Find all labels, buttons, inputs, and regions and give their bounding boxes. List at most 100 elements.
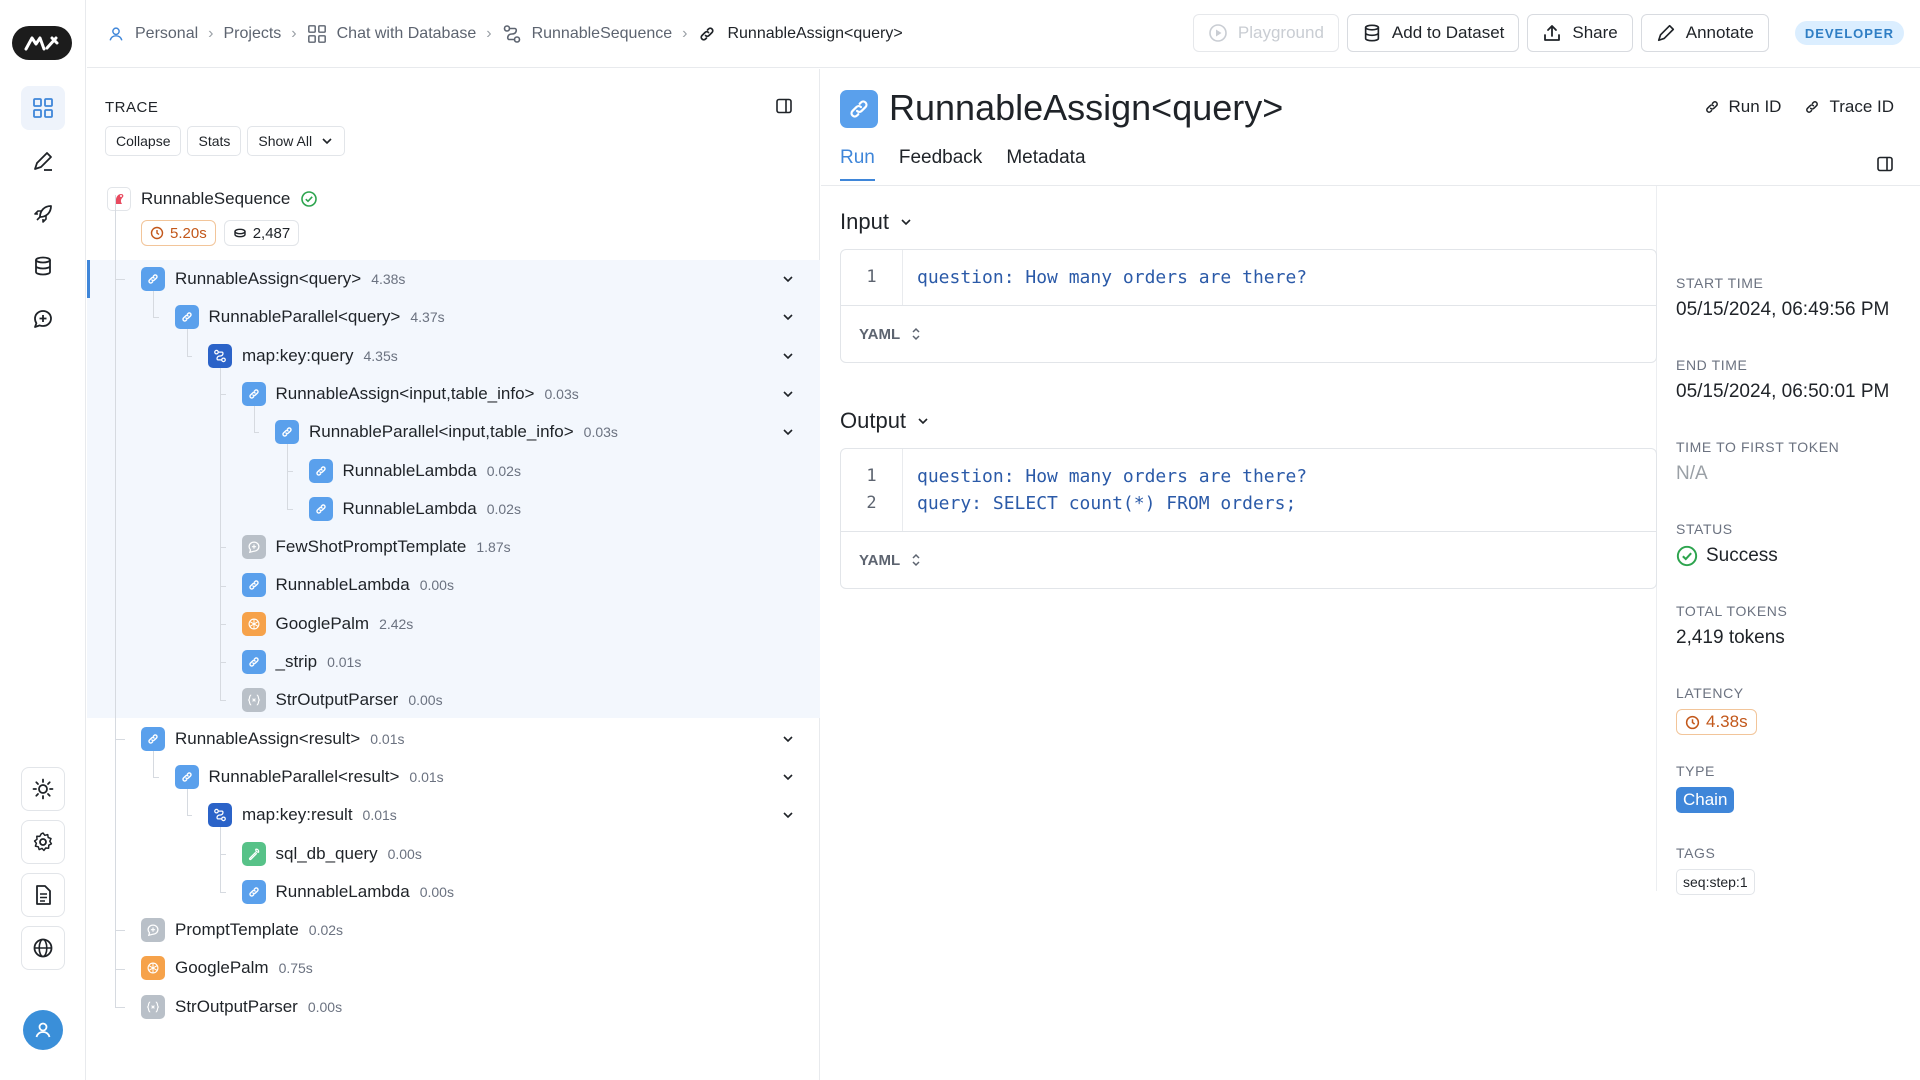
panel-right-icon [1877, 156, 1893, 172]
code-line: question: How many orders are there? [917, 466, 1308, 487]
theme-toggle-button[interactable] [21, 767, 65, 811]
llm-icon [141, 956, 165, 981]
trace-node[interactable]: RunnableAssign<input,table_info> 0.03s [241, 375, 579, 413]
breadcrumb: Personal › Projects › Chat with Database… [107, 0, 903, 68]
trace-node-name: RunnableParallel<query> [208, 307, 401, 327]
annotate-button[interactable]: Annotate [1640, 14, 1769, 52]
chevron-down-icon[interactable] [781, 770, 795, 784]
trace-node[interactable]: PromptTemplate 0.02s [141, 911, 343, 949]
tree-connector [287, 470, 293, 472]
breadcrumb-personal[interactable]: Personal [107, 25, 198, 43]
input-heading: Input [840, 209, 889, 234]
annotate-label: Annotate [1685, 23, 1754, 42]
parser-icon [241, 688, 266, 713]
tree-connector [115, 930, 125, 932]
breadcrumb-projects[interactable]: Projects [223, 25, 281, 43]
root-latency: 5.20s [170, 224, 207, 242]
trace-node[interactable]: FewShotPromptTemplate 1.87s [241, 528, 511, 566]
trace-node[interactable]: GooglePalm 2.42s [241, 605, 413, 643]
trace-node[interactable]: GooglePalm 0.75s [141, 949, 313, 987]
run-type: TYPE Chain [1676, 763, 1735, 813]
status-badge: Success [1676, 545, 1778, 567]
tree-connector [220, 827, 221, 892]
trace-node[interactable]: RunnableLambda 0.02s [308, 490, 521, 528]
chevron-down-icon[interactable] [781, 349, 795, 363]
breadcrumb-sequence[interactable]: RunnableSequence [502, 24, 672, 44]
trace-node[interactable]: RunnableLambda 0.02s [308, 452, 521, 490]
settings-button[interactable] [21, 820, 65, 864]
trace-root-node[interactable]: RunnableSequence [107, 187, 318, 211]
chevron-right-icon: › [486, 25, 492, 42]
share-button[interactable]: Share [1527, 14, 1633, 52]
input-format-selector[interactable]: YAML [841, 306, 1656, 362]
trace-id-label: Trace ID [1829, 97, 1894, 116]
datasets-nav-button[interactable] [21, 244, 65, 288]
trace-node-name: map:key:result [242, 805, 353, 825]
trace-node[interactable]: RunnableParallel<input,table_info> 0.03s [275, 413, 618, 451]
time-to-first-token: TIME TO FIRST TOKEN N/A [1676, 439, 1839, 485]
trace-node[interactable]: map:key:query 4.35s [208, 337, 398, 375]
trace-node-duration: 0.00s [419, 577, 454, 594]
chevron-down-icon[interactable] [781, 732, 795, 746]
output-format-selector[interactable]: YAML [841, 532, 1656, 588]
input-lines[interactable]: question: How many orders are there? [903, 250, 1321, 305]
chevron-down-icon[interactable] [781, 272, 795, 286]
toggle-sidebar-button[interactable] [1876, 155, 1894, 178]
trace-node-duration: 0.01s [362, 807, 397, 824]
trace-node[interactable]: sql_db_query 0.00s [241, 835, 422, 873]
collapse-panel-button[interactable] [775, 97, 793, 120]
trace-node[interactable]: StrOutputParser 0.00s [241, 681, 443, 719]
app-logo[interactable] [12, 26, 72, 60]
panel-left-icon [776, 98, 792, 114]
chevron-down-icon[interactable] [781, 387, 795, 401]
workspace-button[interactable] [21, 926, 65, 970]
trace-node[interactable]: RunnableLambda 0.00s [241, 873, 454, 911]
trace-node-name: RunnableLambda [342, 460, 477, 480]
total-tokens-value: 2,419 tokens [1676, 627, 1785, 648]
output-section-toggle[interactable]: Output [840, 408, 930, 434]
add-to-dataset-button[interactable]: Add to Dataset [1346, 14, 1520, 52]
playground-button[interactable]: Playground [1192, 14, 1339, 52]
trace-node[interactable]: _strip 0.01s [241, 643, 361, 681]
rocket-icon [34, 205, 52, 223]
trace-node[interactable]: RunnableParallel<result> 0.01s [174, 758, 444, 796]
output-lines[interactable]: question: How many orders are there? que… [903, 449, 1321, 531]
docs-button[interactable] [21, 873, 65, 917]
tree-connector [153, 317, 159, 319]
trace-node[interactable]: StrOutputParser 0.00s [141, 988, 342, 1026]
tab-metadata[interactable]: Metadata [1006, 147, 1085, 181]
trace-node-duration: 4.38s [371, 271, 406, 287]
show-all-dropdown[interactable]: Show All [247, 126, 346, 156]
trace-node[interactable]: RunnableAssign<query> 4.38s [141, 260, 405, 298]
trace-node[interactable]: RunnableAssign<result> 0.01s [141, 720, 404, 758]
stats-button[interactable]: Stats [187, 126, 242, 156]
collapse-button[interactable]: Collapse [105, 126, 182, 156]
tags-label: TAGS [1676, 845, 1716, 861]
chevron-down-icon[interactable] [781, 425, 795, 439]
annotate-nav-button[interactable] [21, 139, 65, 183]
breadcrumb-project[interactable]: Chat with Database [307, 24, 476, 44]
run-id-link[interactable]: Run ID [1703, 97, 1781, 117]
tab-feedback[interactable]: Feedback [899, 147, 982, 181]
prompts-nav-button[interactable] [21, 297, 65, 341]
chevron-down-icon[interactable] [781, 310, 795, 324]
deployments-nav-button[interactable] [21, 192, 65, 236]
root-tokens: 2,487 [252, 224, 291, 242]
selected-row-indicator [87, 260, 90, 298]
link-icon [1705, 101, 1718, 113]
tab-run[interactable]: Run [840, 147, 875, 181]
trace-node[interactable]: RunnableParallel<query> 4.37s [174, 298, 445, 336]
person-icon [35, 1022, 51, 1038]
trace-node-duration: 0.01s [409, 768, 444, 785]
trace-node-name: RunnableLambda [342, 498, 477, 518]
trace-id-link[interactable]: Trace ID [1803, 97, 1894, 117]
projects-nav-button[interactable] [21, 86, 65, 130]
root-node-stats: 5.20s 2,487 [141, 220, 300, 246]
trace-node[interactable]: RunnableLambda 0.00s [241, 566, 454, 604]
tag-badge[interactable]: seq:step:1 [1676, 869, 1755, 895]
chat-icon [141, 918, 165, 943]
avatar[interactable] [23, 1010, 63, 1050]
chevron-down-icon[interactable] [781, 808, 795, 822]
trace-node[interactable]: map:key:result 0.01s [208, 796, 397, 834]
input-section-toggle[interactable]: Input [840, 209, 913, 235]
